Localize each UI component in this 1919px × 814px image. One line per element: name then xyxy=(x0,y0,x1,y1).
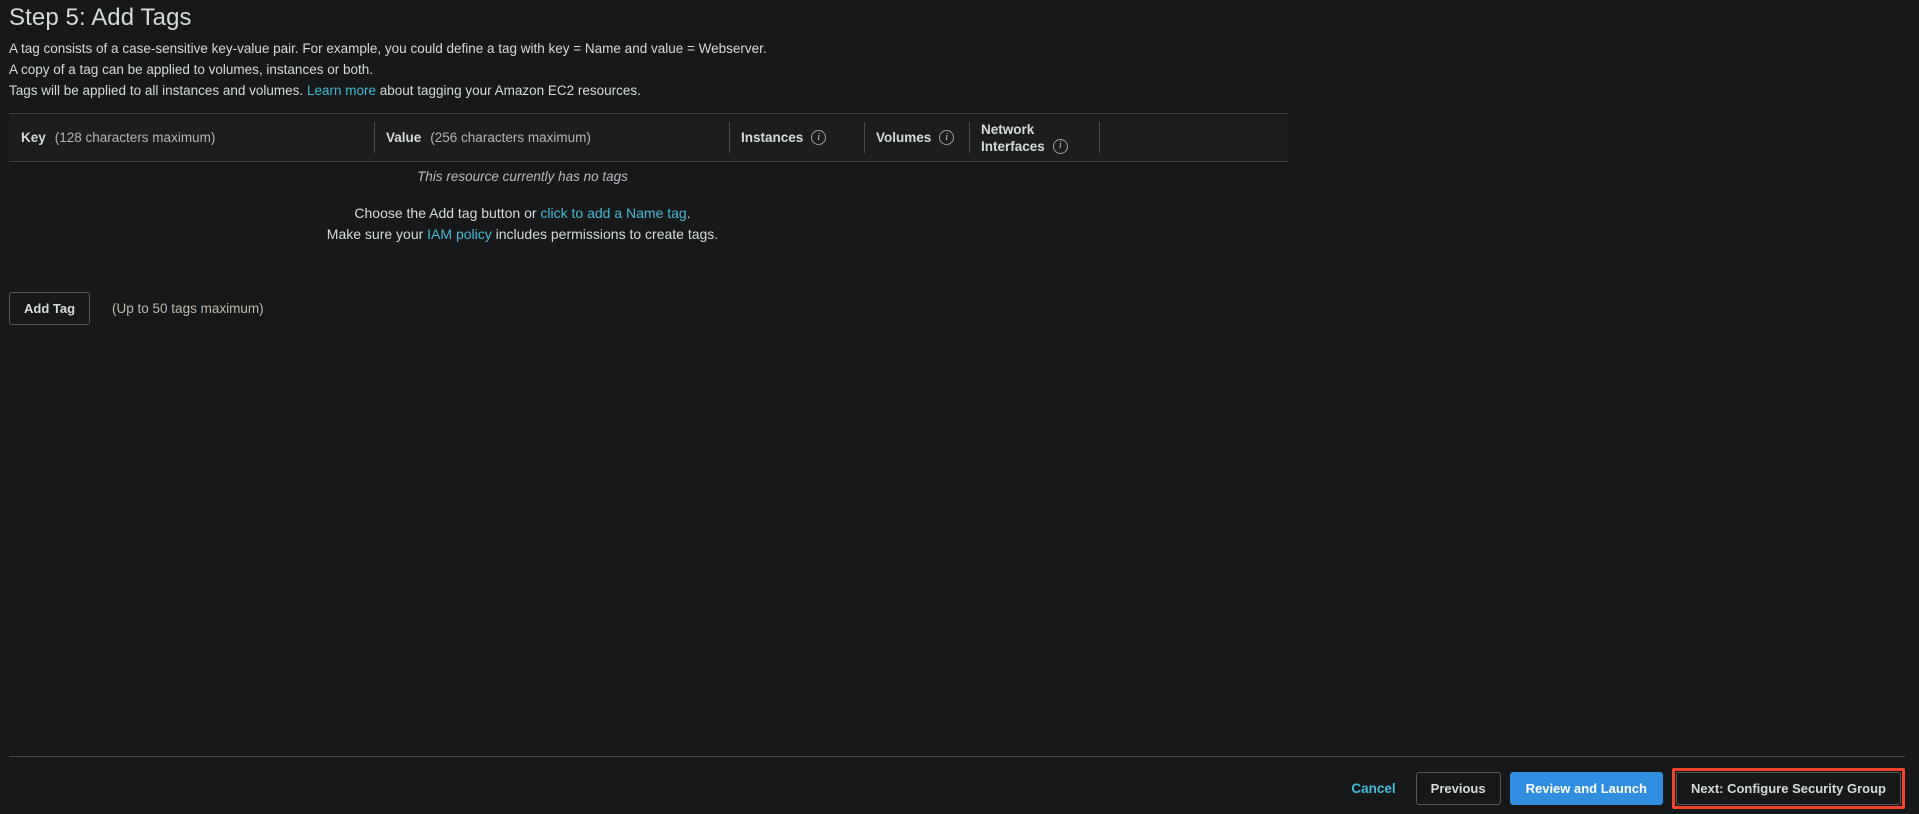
column-header-instances: Instances i xyxy=(729,114,864,161)
footer-actions: Cancel Previous Review and Launch Next: … xyxy=(1340,768,1905,809)
next-button-wrapper: Next: Configure Security Group xyxy=(1671,768,1905,809)
column-header-key-label: Key xyxy=(21,130,46,145)
column-header-value: Value (256 characters maximum) xyxy=(374,114,729,161)
empty-state-line2-prefix: Make sure your xyxy=(326,226,424,242)
add-tags-page: Step 5: Add Tags A tag consists of a cas… xyxy=(0,0,1919,814)
intro-line-3-suffix: about tagging your Amazon EC2 resources. xyxy=(379,83,641,98)
tags-table-header-row: Key (128 characters maximum) Value (256 … xyxy=(9,114,1288,162)
footer-divider xyxy=(9,756,1905,757)
iam-policy-link[interactable]: IAM policy xyxy=(427,226,492,242)
add-tag-row: Add Tag (Up to 50 tags maximum) xyxy=(9,292,264,325)
intro-section: Step 5: Add Tags A tag consists of a cas… xyxy=(9,3,1309,101)
empty-state-line1-suffix: . xyxy=(686,205,691,221)
column-header-value-label: Value xyxy=(386,130,422,145)
column-header-endcap xyxy=(1099,114,1129,161)
empty-state-body: Choose the Add tag button or click to ad… xyxy=(9,203,1036,245)
info-icon[interactable]: i xyxy=(811,130,827,145)
column-header-volumes: Volumes i xyxy=(864,114,969,161)
column-header-instances-label: Instances xyxy=(741,130,804,145)
column-header-key: Key (128 characters maximum) xyxy=(9,114,374,161)
column-header-network-interfaces-label-line2: Interfaces xyxy=(981,138,1045,154)
empty-state: This resource currently has no tags Choo… xyxy=(9,167,1036,245)
empty-state-body-line-2: Make sure your IAM policy includes permi… xyxy=(9,224,1036,245)
empty-state-line1-prefix: Choose the Add tag button or xyxy=(354,205,537,221)
add-tag-button[interactable]: Add Tag xyxy=(9,292,91,325)
intro-line-3: Tags will be applied to all instances an… xyxy=(9,80,1309,101)
next-configure-security-group-button[interactable]: Next: Configure Security Group xyxy=(1675,772,1901,805)
empty-state-line2-suffix: includes permissions to create tags. xyxy=(495,226,719,242)
intro-line-2: A copy of a tag can be applied to volume… xyxy=(9,62,373,77)
intro-line-3-prefix: Tags will be applied to all instances an… xyxy=(9,83,304,98)
intro-line-1: A tag consists of a case-sensitive key-v… xyxy=(9,41,767,56)
learn-more-link[interactable]: Learn more xyxy=(307,83,376,98)
column-header-volumes-label: Volumes xyxy=(876,130,932,145)
info-icon[interactable]: i xyxy=(939,130,955,145)
tags-table: Key (128 characters maximum) Value (256 … xyxy=(9,113,1288,162)
add-name-tag-link[interactable]: click to add a Name tag xyxy=(540,205,686,221)
empty-state-title: This resource currently has no tags xyxy=(417,169,628,184)
page-title: Step 5: Add Tags xyxy=(9,4,192,31)
column-header-network-interfaces: Network Interfaces i xyxy=(969,114,1099,161)
empty-state-body-line-1: Choose the Add tag button or click to ad… xyxy=(9,203,1036,224)
info-icon[interactable]: i xyxy=(1052,138,1068,154)
previous-button[interactable]: Previous xyxy=(1415,772,1501,805)
add-tag-hint: (Up to 50 tags maximum) xyxy=(112,301,264,316)
column-header-key-hint: (128 characters maximum) xyxy=(54,130,216,145)
review-and-launch-button[interactable]: Review and Launch xyxy=(1509,772,1663,805)
column-header-network-interfaces-label-line1: Network xyxy=(981,121,1035,137)
cancel-button[interactable]: Cancel xyxy=(1340,772,1406,805)
column-header-value-hint: (256 characters maximum) xyxy=(430,130,591,145)
